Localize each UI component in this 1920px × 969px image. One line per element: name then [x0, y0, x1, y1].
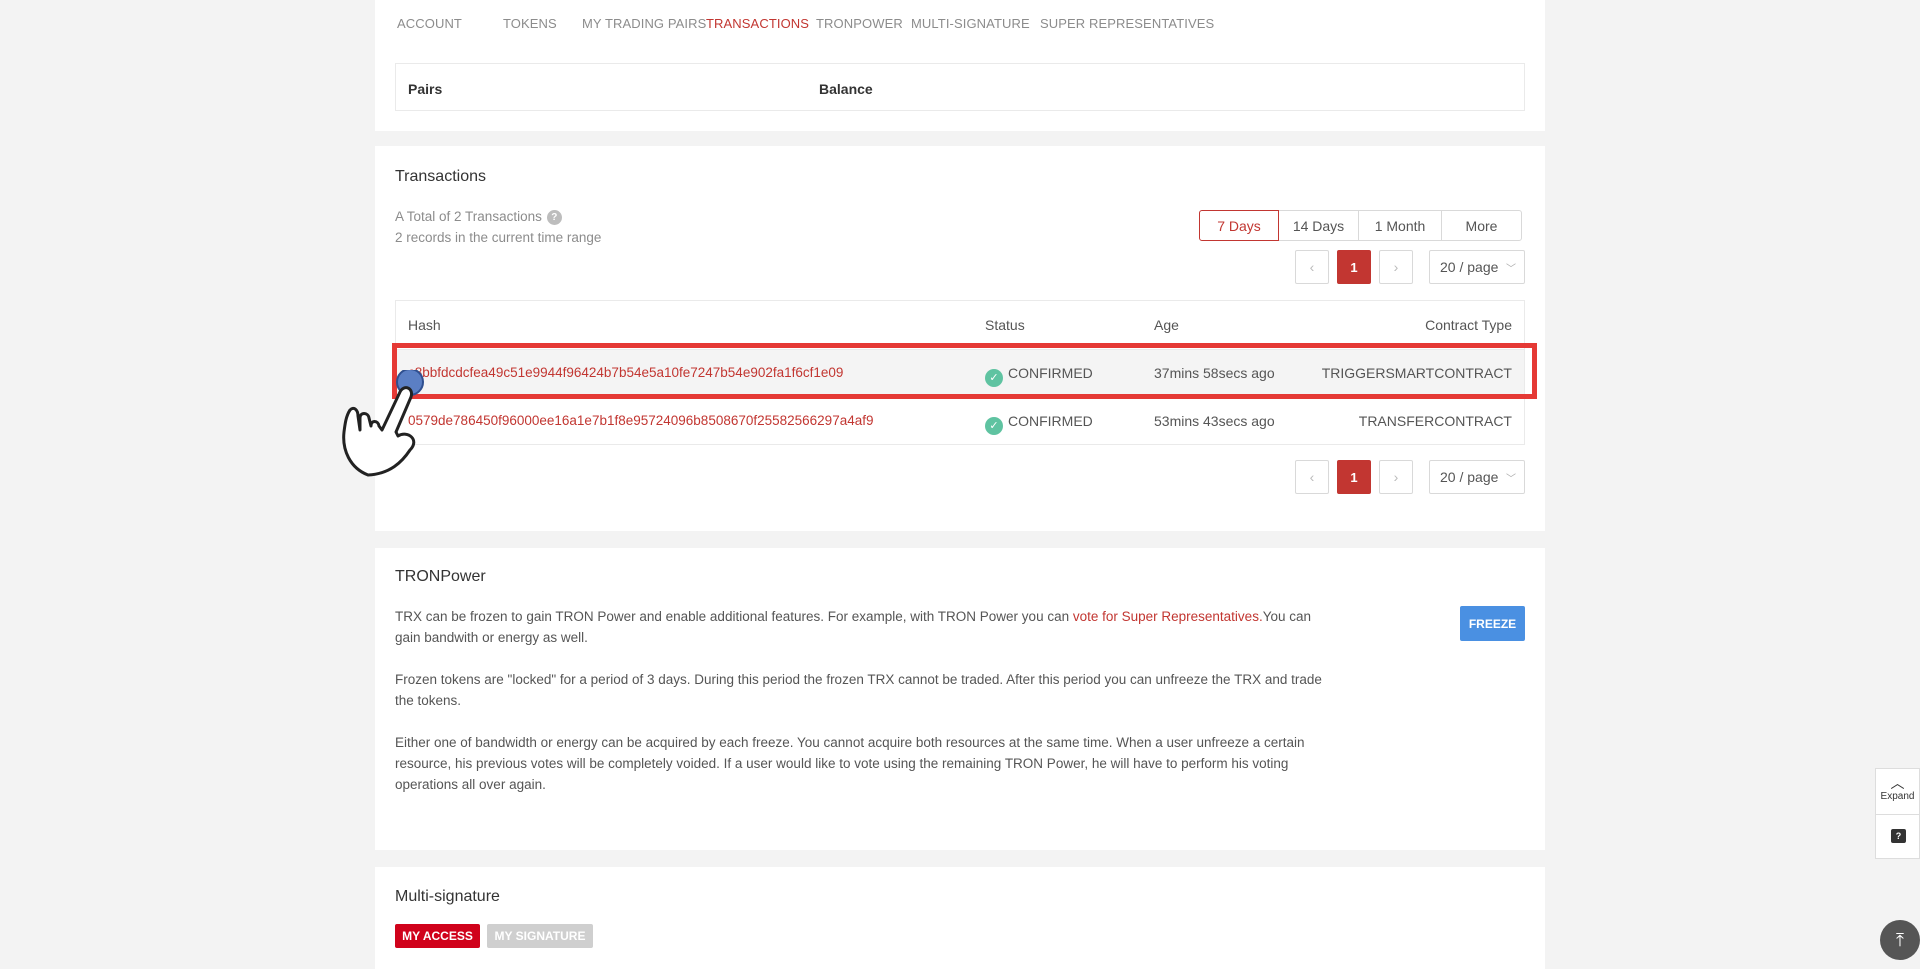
transaction-hash-link[interactable]: 0579de786450f96000ee16a1e7b1f8e95724096b…	[408, 413, 874, 428]
transactions-title: Transactions	[395, 168, 486, 185]
tab-account[interactable]: ACCOUNT	[397, 16, 462, 31]
table-row: c8bbfdcdcfea49c51e9944f96424b7b54e5a10fe…	[396, 349, 1524, 397]
help-icon[interactable]: ?	[546, 210, 562, 225]
tab-my-trading-pairs[interactable]: MY TRADING PAIRS	[582, 16, 706, 31]
pagination-bottom: ‹ 1 › 20 / page ﹀	[1295, 460, 1525, 494]
page-size-select[interactable]: 20 / page ﹀	[1429, 250, 1525, 284]
multi-signature-card: Multi-signature MY ACCESS MY SIGNATURE	[375, 867, 1545, 969]
page-size-value: 20 / page	[1440, 469, 1499, 485]
pairs-column-header: Pairs	[408, 81, 443, 97]
current-page-button[interactable]: 1	[1337, 460, 1371, 494]
status-cell: ✓ CONFIRMED	[985, 413, 1093, 435]
range-note: 2 records in the current time range	[395, 230, 602, 245]
range-1-month[interactable]: 1 Month	[1358, 210, 1442, 241]
freeze-button[interactable]: FREEZE	[1460, 606, 1525, 641]
chevron-up-icon: ︿	[1890, 775, 1905, 791]
tab-tronpower[interactable]: TRONPOWER	[816, 16, 903, 31]
tronpower-paragraph-3: Either one of bandwidth or energy can be…	[395, 735, 1305, 792]
tab-multi-signature[interactable]: MULTI-SIGNATURE	[911, 16, 1030, 31]
tab-transactions[interactable]: TRANSACTIONS	[706, 16, 809, 31]
pairs-table: Pairs Balance	[395, 63, 1525, 111]
transaction-hash-link[interactable]: c8bbfdcdcfea49c51e9944f96424b7b54e5a10fe…	[408, 365, 843, 380]
hash-column-header: Hash	[408, 317, 441, 333]
chevron-down-icon: ﹀	[1506, 474, 1516, 485]
age-column-header: Age	[1154, 317, 1179, 333]
transactions-total: A Total of 2 Transactions?	[395, 209, 562, 225]
age-cell: 53mins 43secs ago	[1154, 413, 1275, 429]
my-access-button[interactable]: MY ACCESS	[395, 924, 480, 948]
transactions-card: Transactions A Total of 2 Transactions? …	[375, 146, 1545, 531]
question-icon[interactable]: ?	[1891, 829, 1906, 843]
transactions-table: Hash Status Age Contract Type c8bbfdcdcf…	[395, 300, 1525, 445]
next-page-button[interactable]: ›	[1379, 250, 1413, 284]
expand-label: Expand	[1880, 791, 1915, 802]
check-icon: ✓	[985, 417, 1003, 435]
prev-page-button[interactable]: ‹	[1295, 460, 1329, 494]
transactions-total-text: A Total of 2 Transactions	[395, 209, 542, 224]
prev-page-button[interactable]: ‹	[1295, 250, 1329, 284]
tronpower-paragraph-1: TRX can be frozen to gain TRON Power and…	[395, 606, 1340, 648]
contract-type-cell: TRANSFERCONTRACT	[1358, 413, 1512, 429]
age-cell: 37mins 58secs ago	[1154, 365, 1275, 381]
balance-column-header: Balance	[819, 81, 873, 97]
contract-type-column-header: Contract Type	[1425, 317, 1512, 333]
tronpower-title: TRONPower	[395, 568, 486, 585]
account-nav-card: ACCOUNT TOKENS MY TRADING PAIRS TRANSACT…	[375, 0, 1545, 131]
time-range-selector: 7 Days 14 Days 1 Month More	[1199, 210, 1522, 241]
table-row: 0579de786450f96000ee16a1e7b1f8e95724096b…	[396, 397, 1524, 445]
tronpower-paragraph-2: Frozen tokens are "locked" for a period …	[395, 672, 1322, 708]
tab-tokens[interactable]: TOKENS	[503, 16, 557, 31]
range-14-days[interactable]: 14 Days	[1278, 210, 1359, 241]
tab-super-representatives[interactable]: SUPER REPRESENTATIVES	[1040, 16, 1214, 31]
range-7-days[interactable]: 7 Days	[1199, 210, 1279, 241]
back-to-top-icon[interactable]: ⤒	[1880, 920, 1920, 960]
page-size-select[interactable]: 20 / page ﹀	[1429, 460, 1525, 494]
chevron-down-icon: ﹀	[1506, 264, 1516, 275]
pagination-top: ‹ 1 › 20 / page ﹀	[1295, 250, 1525, 284]
tronpower-paragraph-1-text: TRX can be frozen to gain TRON Power and…	[395, 609, 1073, 624]
page-size-value: 20 / page	[1440, 259, 1499, 275]
multi-signature-title: Multi-signature	[395, 888, 500, 905]
current-page-button[interactable]: 1	[1337, 250, 1371, 284]
status-cell: ✓ CONFIRMED	[985, 365, 1093, 387]
expand-button[interactable]: ︿ Expand	[1876, 769, 1919, 815]
range-more[interactable]: More	[1441, 210, 1522, 241]
contract-type-cell: TRIGGERSMARTCONTRACT	[1321, 365, 1512, 381]
status-text: CONFIRMED	[1008, 413, 1093, 429]
my-signature-button[interactable]: MY SIGNATURE	[487, 924, 593, 948]
status-text: CONFIRMED	[1008, 365, 1093, 381]
side-float-panel: ︿ Expand ?	[1875, 768, 1920, 859]
next-page-button[interactable]: ›	[1379, 460, 1413, 494]
status-column-header: Status	[985, 317, 1025, 333]
vote-super-representatives-link[interactable]: vote for Super Representatives.	[1073, 609, 1263, 624]
tronpower-card: TRONPower TRX can be frozen to gain TRON…	[375, 548, 1545, 850]
check-icon: ✓	[985, 369, 1003, 387]
